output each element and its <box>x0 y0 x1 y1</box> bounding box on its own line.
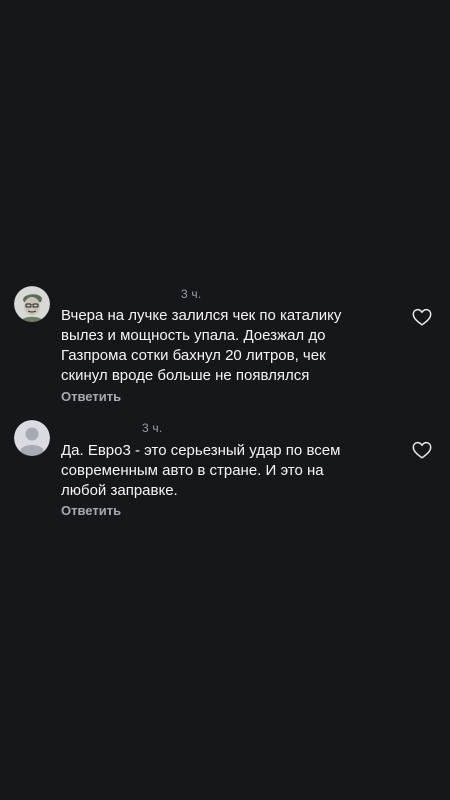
heart-outline-icon[interactable] <box>411 439 433 461</box>
heart-outline-icon[interactable] <box>411 306 433 328</box>
avatar[interactable] <box>14 286 50 322</box>
comment-text: Вчера на лучке залился чек по каталику в… <box>61 307 342 384</box>
avatar[interactable] <box>14 420 50 456</box>
default-user-avatar-icon <box>14 420 50 456</box>
comment-time: 3 ч. <box>181 287 202 301</box>
comment-text: Да. Евро3 - это серьезный удар по всем с… <box>61 442 341 499</box>
comment-time: 3 ч. <box>142 421 163 435</box>
cartoon-face-avatar-icon <box>14 286 50 322</box>
reply-button[interactable]: Ответить <box>61 389 121 404</box>
reply-button[interactable]: Ответить <box>61 503 121 518</box>
